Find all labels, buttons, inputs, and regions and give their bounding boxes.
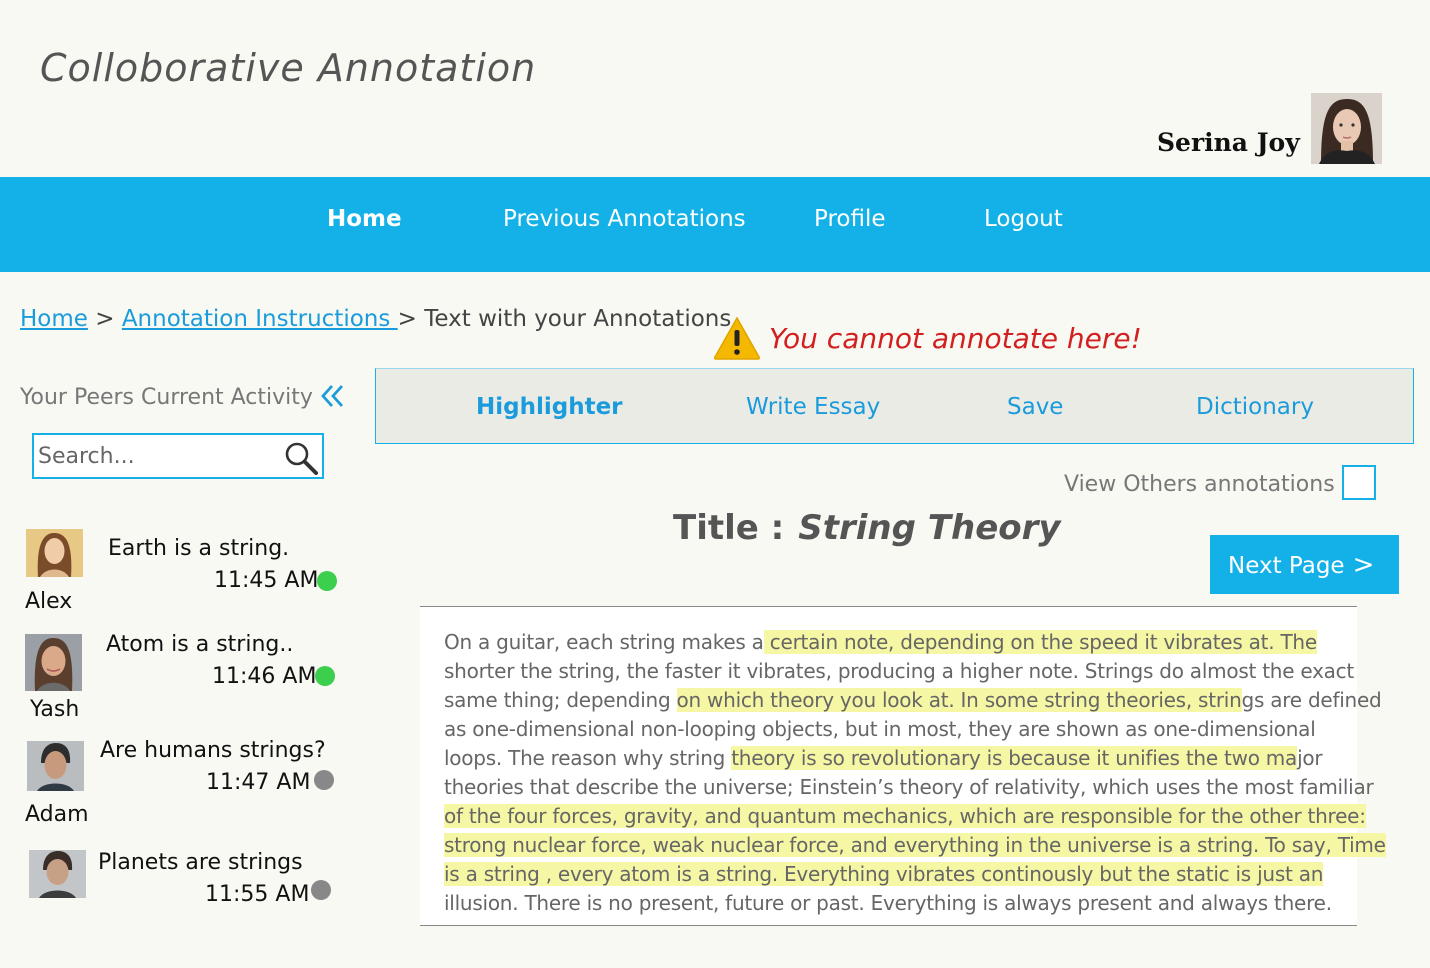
nav-home[interactable]: Home (327, 206, 402, 232)
status-online-icon (317, 571, 337, 591)
document-line: illusion. There is no present, future or… (444, 891, 1332, 915)
status-offline-icon (311, 880, 331, 900)
tool-dictionary[interactable]: Dictionary (1196, 394, 1314, 420)
app-title: Colloborative Annotation (40, 46, 537, 90)
chevron-right-icon: > (1352, 549, 1375, 580)
document-line: same thing; depending on which theory yo… (444, 688, 1382, 712)
tool-highlighter[interactable]: Highlighter (476, 394, 623, 420)
document-title-text: String Theory (798, 508, 1061, 548)
status-offline-icon (314, 770, 334, 790)
search-input[interactable] (38, 441, 278, 471)
peer-message: Earth is a string. (108, 536, 290, 561)
peer-message: Are humans strings? (100, 738, 326, 763)
document-line: On a guitar, each string makes a certain… (444, 630, 1317, 654)
user-name: Serina Joy (1157, 128, 1300, 157)
warning-message: You cannot annotate here! (769, 322, 1142, 355)
peer-time: 11:47 AM (206, 770, 311, 795)
main-navbar: Home Previous Annotations Profile Logout (0, 177, 1430, 272)
document-line: theories that describe the universe; Ein… (444, 775, 1374, 799)
breadcrumb-separator: > (397, 306, 417, 332)
highlighted-text[interactable]: strong nuclear force, weak nuclear force… (444, 833, 1386, 857)
double-chevron-left-icon[interactable] (320, 383, 346, 415)
status-online-icon (315, 666, 335, 686)
highlighted-text[interactable]: theory is so revolutionary is because it… (731, 746, 1297, 770)
document-line: of the four forces, gravity, and quantum… (444, 804, 1366, 828)
document-line: is a string , every atom is a string. Ev… (444, 862, 1323, 886)
avatar (27, 741, 84, 791)
peers-title: Your Peers Current Activity (20, 385, 313, 410)
next-page-button[interactable]: Next Page > (1210, 535, 1399, 594)
view-others-checkbox[interactable] (1342, 465, 1376, 500)
peer-name: Yash (30, 697, 80, 722)
avatar (26, 529, 83, 577)
peer-time: 11:55 AM (205, 882, 310, 907)
breadcrumb-separator: > (95, 306, 115, 332)
user-avatar[interactable] (1311, 93, 1382, 164)
nav-previous-annotations[interactable]: Previous Annotations (503, 206, 746, 232)
document-text: On a guitar, each string makes a certain… (420, 606, 1386, 926)
avatar (25, 634, 82, 691)
document-title: Title : String Theory (673, 508, 1061, 548)
highlighted-text[interactable]: on which theory you look at. In some str… (676, 688, 1242, 712)
next-page-label: Next Page (1228, 552, 1345, 579)
tool-save[interactable]: Save (1007, 394, 1063, 420)
breadcrumb-current: Text with your Annotations (424, 306, 732, 332)
breadcrumb-home[interactable]: Home (20, 306, 88, 332)
annotation-toolbar: Highlighter Write Essay Save Dictionary (375, 368, 1414, 444)
peer-name: Adam (25, 802, 89, 827)
document-line: strong nuclear force, weak nuclear force… (444, 833, 1386, 857)
search-icon[interactable] (282, 439, 320, 477)
peer-time: 11:46 AM (212, 664, 317, 689)
document-line: shorter the string, the faster it vibrat… (444, 659, 1355, 683)
peer-name: Alex (25, 589, 73, 614)
avatar (29, 850, 86, 898)
peer-message: Atom is a string.. (106, 632, 294, 657)
tool-write-essay[interactable]: Write Essay (746, 394, 880, 420)
highlighted-text[interactable]: of the four forces, gravity, and quantum… (444, 804, 1366, 828)
document-line: loops. The reason why string theory is s… (444, 746, 1323, 770)
view-others-label: View Others annotations (1064, 472, 1335, 497)
breadcrumb-annotation-instructions[interactable]: Annotation Instructions (122, 306, 398, 332)
nav-logout[interactable]: Logout (984, 206, 1063, 232)
peer-time: 11:45 AM (214, 568, 319, 593)
peer-message: Planets are strings (98, 850, 303, 875)
highlighted-text[interactable]: is a string , every atom is a string. Ev… (444, 862, 1323, 886)
document-line: as one-dimensional non-looping objects, … (444, 717, 1316, 741)
warning-icon (712, 315, 762, 365)
nav-profile[interactable]: Profile (814, 206, 886, 232)
document-title-label: Title : (673, 508, 785, 548)
peers-search (32, 433, 324, 479)
highlighted-text[interactable]: certain note, depending on the speed it … (763, 630, 1317, 654)
breadcrumb: Home > Annotation Instructions > Text wi… (20, 306, 731, 332)
